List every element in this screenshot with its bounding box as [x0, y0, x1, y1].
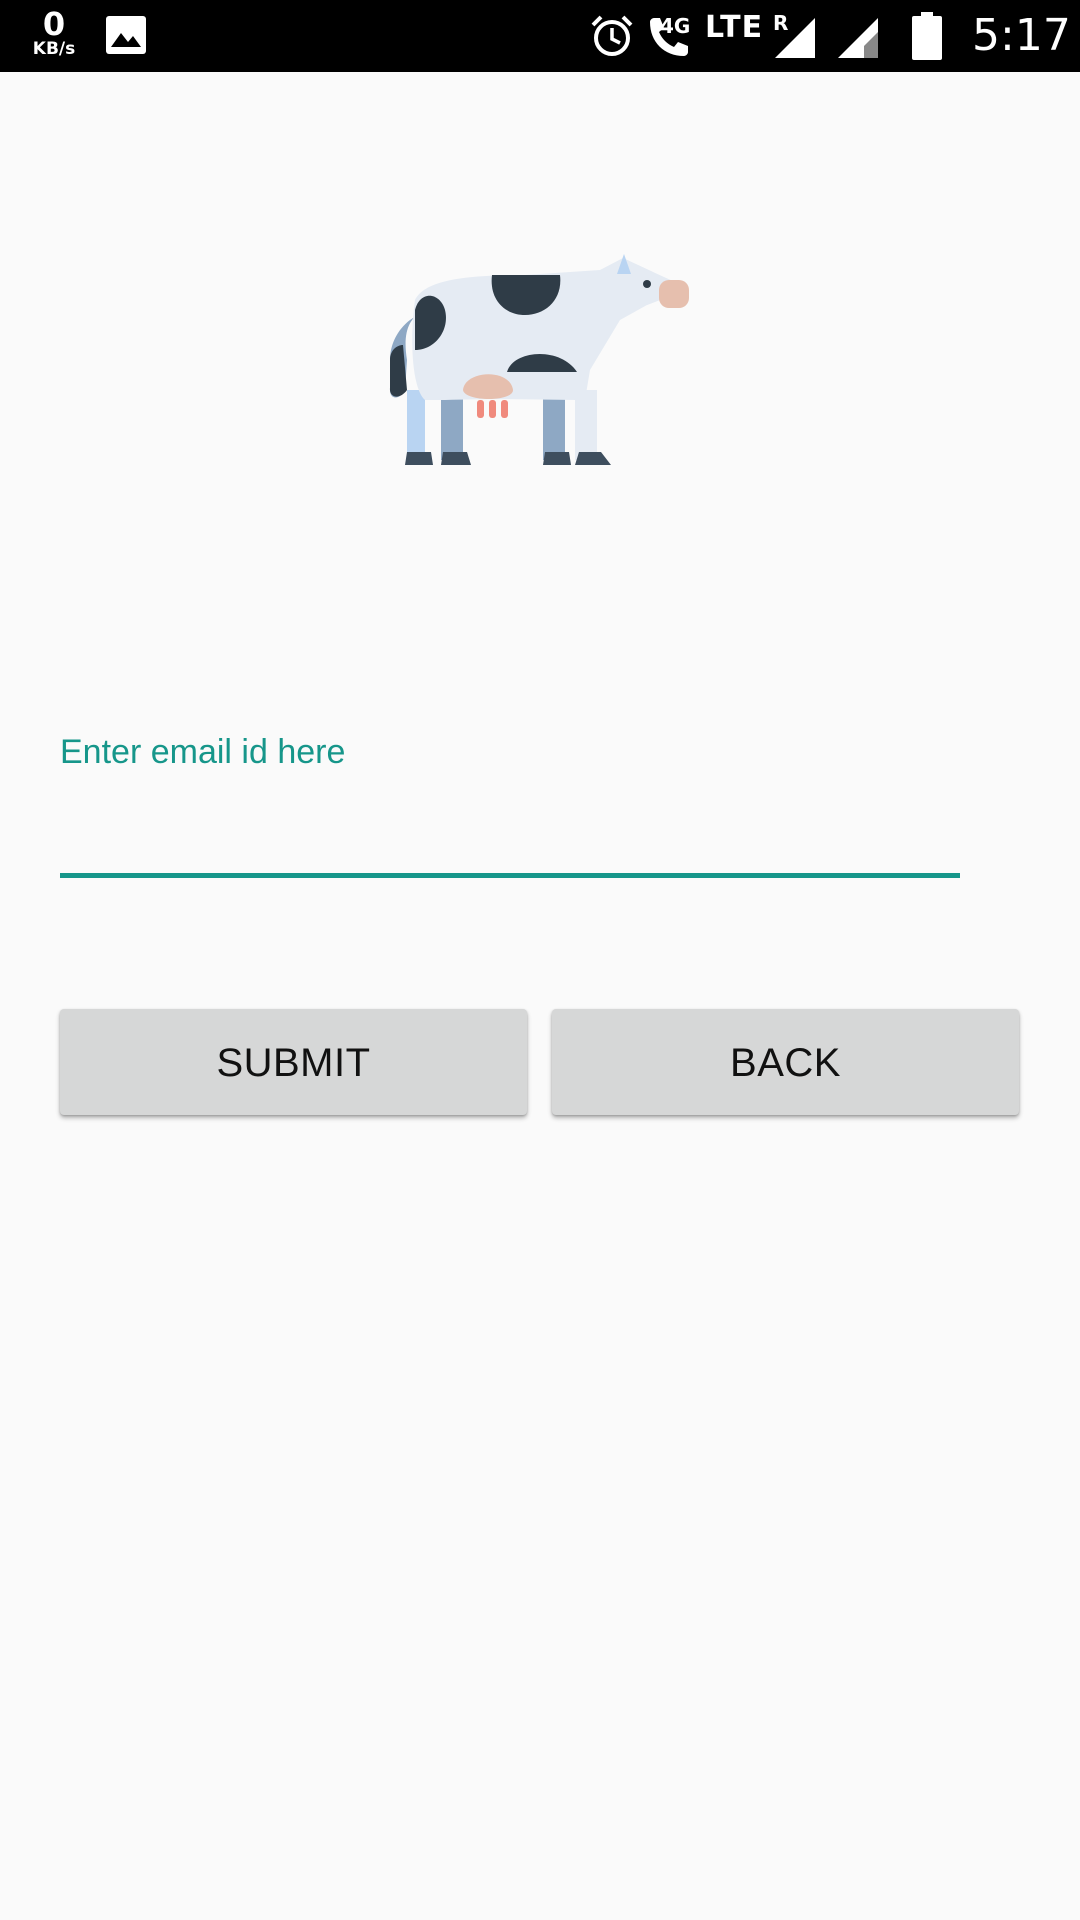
clock: 5:17	[972, 10, 1071, 61]
network-speed-unit: KB/s	[32, 39, 76, 59]
signal-icon	[773, 16, 817, 65]
alarm-icon	[590, 14, 634, 63]
signal-icon	[836, 16, 880, 65]
email-field-label: Enter email id here	[60, 733, 346, 771]
lte-label: LTE	[705, 10, 764, 45]
network-speed-indicator: 0 KB/s	[26, 6, 82, 58]
email-field[interactable]	[60, 790, 960, 862]
back-button[interactable]: BACK	[552, 1009, 1019, 1115]
submit-button[interactable]: SUBMIT	[60, 1009, 527, 1115]
battery-icon	[912, 12, 942, 65]
email-field-underline	[60, 873, 960, 878]
network-type-label: 4G	[660, 14, 691, 38]
network-speed-value: 0	[42, 5, 66, 43]
image-icon	[104, 14, 148, 61]
status-bar: 0 KB/s 4G LTE R 5:17	[0, 0, 1080, 72]
cow-logo	[385, 250, 695, 470]
cow-icon	[389, 254, 689, 465]
